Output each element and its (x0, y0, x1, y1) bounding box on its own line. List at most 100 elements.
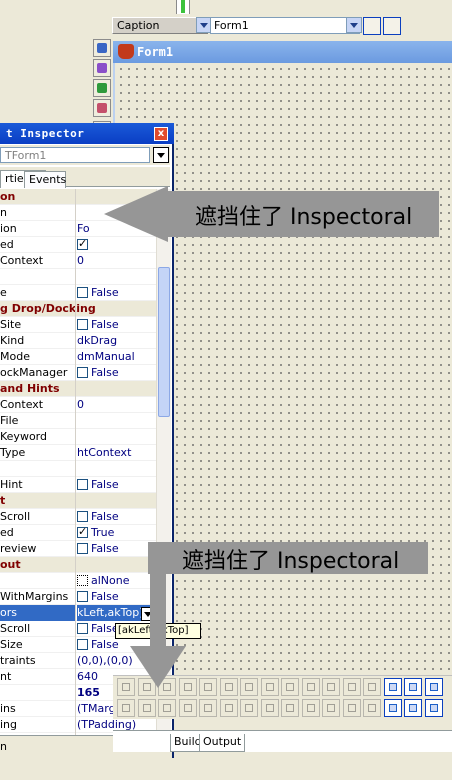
align-button-icon[interactable] (301, 699, 320, 717)
align-button-icon[interactable] (363, 699, 381, 717)
checkbox[interactable] (77, 319, 88, 330)
align-button-icon[interactable] (158, 699, 176, 717)
palette-form-icon[interactable] (93, 39, 111, 57)
property-row[interactable]: e False (0, 285, 156, 301)
align-button-icon[interactable] (199, 699, 217, 717)
align-button-icon[interactable] (240, 678, 258, 696)
property-row[interactable]: WithMargins False (0, 589, 156, 605)
align-button-icon[interactable] (117, 699, 135, 717)
property-row[interactable]: Context 0 (0, 253, 156, 269)
object-selector: TForm1 (0, 145, 170, 165)
close-icon[interactable]: x (154, 127, 168, 141)
align-button-icon[interactable] (342, 678, 361, 696)
align-button-icon[interactable] (219, 699, 238, 717)
align-button-icon[interactable] (322, 678, 340, 696)
property-row[interactable]: review False (0, 541, 156, 557)
property-row[interactable]: Kind dkDrag (0, 333, 156, 349)
property-value[interactable]: dkDrag (77, 333, 156, 349)
property-value[interactable]: False (77, 285, 156, 301)
object-selector-field[interactable]: TForm1 (0, 147, 150, 163)
property-value[interactable]: 0 (77, 253, 156, 269)
tab-events[interactable]: Events (24, 171, 66, 188)
property-value[interactable]: False (77, 589, 156, 605)
align-button-icon[interactable] (424, 678, 443, 696)
align-button-icon[interactable] (404, 699, 422, 717)
checkbox[interactable] (77, 237, 88, 251)
align-button-icon[interactable] (383, 678, 402, 696)
align-button-icon[interactable] (178, 699, 197, 717)
palette-link-icon[interactable] (93, 99, 111, 117)
property-value[interactable] (77, 413, 156, 429)
align-button-icon[interactable] (281, 699, 299, 717)
align-button-icon[interactable] (322, 699, 340, 717)
category-row[interactable]: and Hints (0, 381, 156, 397)
property-row[interactable]: ockManager False (0, 365, 156, 381)
property-value[interactable]: False (77, 317, 156, 333)
align-button-icon[interactable] (342, 699, 361, 717)
property-value[interactable]: True (77, 525, 156, 541)
property-value[interactable]: False (77, 477, 156, 493)
chevron-down-icon[interactable] (153, 147, 169, 163)
align-button-icon[interactable] (260, 678, 279, 696)
align-button-icon[interactable] (240, 699, 258, 717)
tab-output[interactable]: Output (199, 734, 246, 752)
property-value[interactable]: htContext (77, 445, 156, 461)
property-row[interactable] (0, 461, 156, 477)
property-row[interactable]: Scroll False (0, 509, 156, 525)
inspector-title-bar[interactable]: t Inspector (0, 123, 174, 144)
property-value[interactable] (77, 429, 156, 445)
value-dropdown-button[interactable] (346, 17, 362, 33)
form-title-bar[interactable]: Form1 (113, 41, 452, 63)
align-button-icon[interactable] (383, 699, 402, 717)
align-button-icon[interactable] (301, 678, 320, 696)
property-value[interactable]: alNone (77, 573, 156, 589)
column-divider[interactable] (75, 189, 76, 749)
property-row[interactable]: Type htContext (0, 445, 156, 461)
property-row[interactable]: Hint False (0, 477, 156, 493)
align-button-icon[interactable] (137, 699, 156, 717)
property-value[interactable]: False (77, 509, 156, 525)
property-value[interactable] (77, 461, 156, 477)
property-value[interactable]: 0 (77, 397, 156, 413)
checkbox[interactable] (77, 511, 88, 522)
align-button-icon[interactable] (219, 678, 238, 696)
align-button-icon[interactable] (281, 678, 299, 696)
property-row[interactable]: ed True (0, 525, 156, 541)
checkbox[interactable] (77, 479, 88, 490)
property-name-field[interactable]: Caption (112, 17, 208, 34)
align-button-icon[interactable] (363, 678, 381, 696)
property-value[interactable]: False (77, 541, 156, 557)
category-row[interactable]: t (0, 493, 156, 509)
property-row[interactable]: File (0, 413, 156, 429)
checkbox[interactable] (77, 639, 88, 650)
grid-icon[interactable] (383, 17, 401, 35)
property-value[interactable]: dmManual (77, 349, 156, 365)
checkbox[interactable] (77, 525, 88, 539)
checkbox[interactable] (77, 287, 88, 298)
user-icon[interactable] (363, 17, 381, 35)
checkbox[interactable] (77, 543, 88, 554)
property-value-field[interactable]: Form1 (210, 17, 360, 34)
palette-refresh-icon[interactable] (93, 79, 111, 97)
checkbox[interactable] (77, 623, 88, 634)
palette-paint-icon[interactable] (93, 59, 111, 77)
align-button-icon[interactable] (260, 699, 279, 717)
property-row[interactable]: Context 0 (0, 397, 156, 413)
category-row[interactable]: g Drop/Docking (0, 301, 156, 317)
align-button-icon[interactable] (404, 678, 422, 696)
property-row[interactable]: alNone (0, 573, 156, 589)
scroll-thumb[interactable] (158, 267, 170, 417)
property-row[interactable]: Keyword (0, 429, 156, 445)
align-button-icon[interactable] (424, 699, 443, 717)
property-row[interactable]: Mode dmManual (0, 349, 156, 365)
align-button-icon[interactable] (199, 678, 217, 696)
property-value[interactable]: False (77, 365, 156, 381)
checkbox[interactable] (77, 367, 88, 378)
category-row[interactable]: out (0, 557, 156, 573)
property-value-text: dkDrag (77, 334, 118, 347)
property-row[interactable]: ors kLeft,akTop] (0, 605, 156, 621)
property-row[interactable] (0, 269, 156, 285)
property-row[interactable]: Site False (0, 317, 156, 333)
checkbox[interactable] (77, 591, 88, 602)
property-value[interactable] (77, 269, 156, 285)
